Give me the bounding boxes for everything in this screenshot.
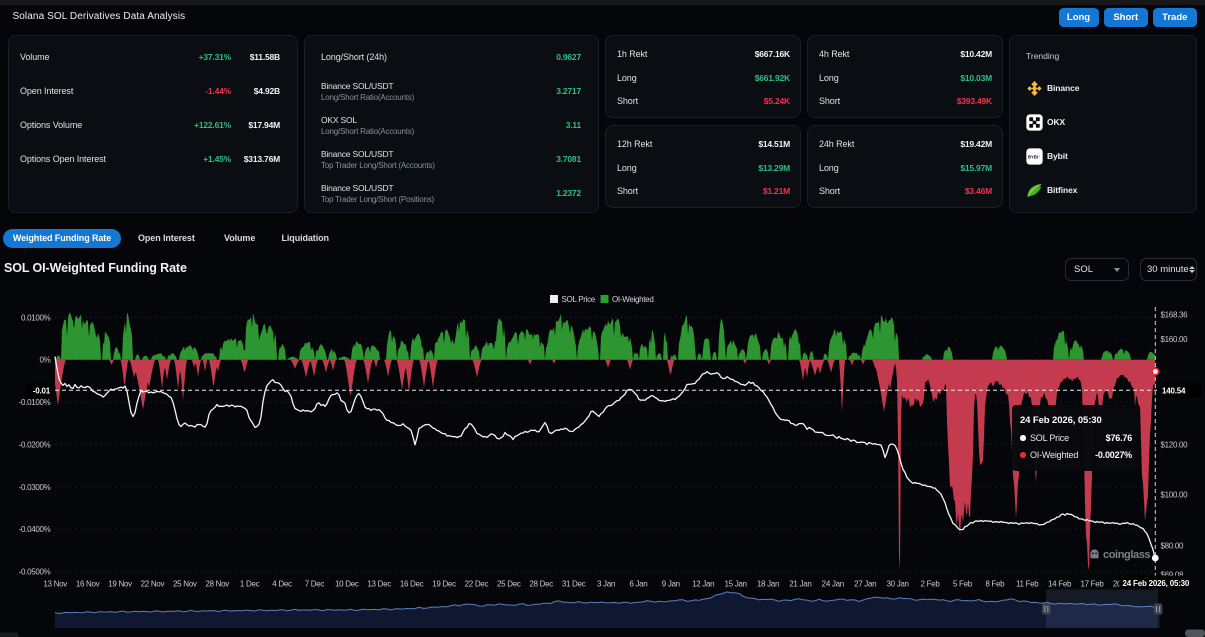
svg-text:19 Nov: 19 Nov <box>108 580 132 589</box>
svg-text:$120.00: $120.00 <box>1161 441 1189 450</box>
svg-text:BYBI: BYBI <box>1028 154 1038 159</box>
svg-text:-0.0500%: -0.0500% <box>19 568 51 577</box>
svg-text:7 Dec: 7 Dec <box>305 580 325 589</box>
svg-text:30 Jan: 30 Jan <box>886 580 908 589</box>
svg-text:6 Jan: 6 Jan <box>629 580 647 589</box>
svg-text:-0.0200%: -0.0200% <box>19 440 51 449</box>
svg-text:$100.00: $100.00 <box>1161 491 1189 500</box>
svg-text:3 Jan: 3 Jan <box>597 580 615 589</box>
svg-text:140.54: 140.54 <box>1162 387 1186 396</box>
svg-text:14 Feb: 14 Feb <box>1048 580 1072 589</box>
svg-text:-0.0400%: -0.0400% <box>19 525 51 534</box>
svg-text:0%: 0% <box>40 356 51 365</box>
svg-text:27 Jan: 27 Jan <box>854 580 876 589</box>
svg-text:24 Jan: 24 Jan <box>822 580 844 589</box>
svg-text:$160.00: $160.00 <box>1161 335 1189 344</box>
svg-text:SOL Price: SOL Price <box>562 295 596 304</box>
svg-text:8 Feb: 8 Feb <box>985 580 1005 589</box>
svg-text:25 Dec: 25 Dec <box>497 580 521 589</box>
svg-text:22 Nov: 22 Nov <box>141 580 165 589</box>
svg-text:-0.0300%: -0.0300% <box>19 483 51 492</box>
svg-text:10 Dec: 10 Dec <box>335 580 359 589</box>
svg-text:5 Feb: 5 Feb <box>953 580 973 589</box>
svg-text:13 Nov: 13 Nov <box>43 580 67 589</box>
svg-text:19 Dec: 19 Dec <box>432 580 456 589</box>
svg-text:OI-Weighted: OI-Weighted <box>612 295 653 304</box>
svg-text:0.0100%: 0.0100% <box>21 313 51 322</box>
svg-text:17 Feb: 17 Feb <box>1080 580 1104 589</box>
svg-text:T: T <box>1038 154 1041 159</box>
svg-text:28 Nov: 28 Nov <box>205 580 229 589</box>
svg-text:21 Jan: 21 Jan <box>789 580 811 589</box>
svg-text:13 Dec: 13 Dec <box>367 580 391 589</box>
svg-text:16 Nov: 16 Nov <box>76 580 100 589</box>
svg-text:11 Feb: 11 Feb <box>1016 580 1039 589</box>
svg-text:2 Feb: 2 Feb <box>921 580 941 589</box>
svg-text:1 Dec: 1 Dec <box>240 580 260 589</box>
svg-text:$80.00: $80.00 <box>1161 542 1185 551</box>
svg-text:4 Dec: 4 Dec <box>272 580 292 589</box>
svg-text:$168.36: $168.36 <box>1161 311 1189 320</box>
svg-text:12 Jan: 12 Jan <box>692 580 714 589</box>
svg-text:28 Dec: 28 Dec <box>529 580 553 589</box>
svg-text:18 Jan: 18 Jan <box>757 580 779 589</box>
svg-text:15 Jan: 15 Jan <box>724 580 746 589</box>
svg-text:9 Jan: 9 Jan <box>662 580 680 589</box>
svg-text:-0.0100%: -0.0100% <box>19 398 51 407</box>
svg-text:31 Dec: 31 Dec <box>562 580 586 589</box>
svg-text:24 Feb 2026, 05:30: 24 Feb 2026, 05:30 <box>1123 579 1190 588</box>
svg-text:25 Nov: 25 Nov <box>173 580 197 589</box>
svg-text:-0.01: -0.01 <box>33 386 51 395</box>
svg-text:22 Dec: 22 Dec <box>465 580 489 589</box>
svg-text:16 Dec: 16 Dec <box>400 580 424 589</box>
